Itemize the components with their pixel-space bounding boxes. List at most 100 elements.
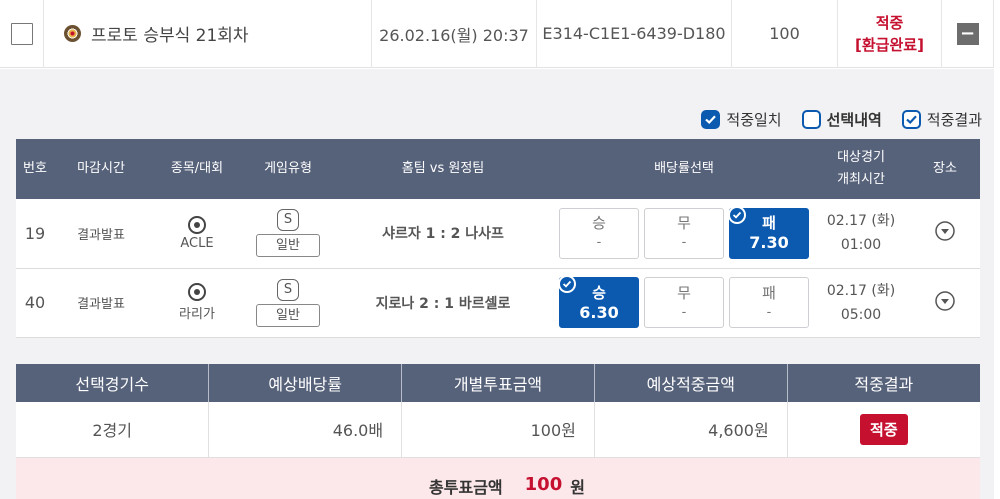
col-teams: 홈팀 vs 원정팀 <box>330 139 556 199</box>
odds-label: 무 <box>677 214 691 233</box>
col-number: 번호 <box>16 139 54 199</box>
bet-checkbox[interactable] <box>10 22 33 45</box>
bet-result-refund: [환급완료] <box>855 35 924 54</box>
total-bar: 총투표금액 100 원 <box>16 458 980 499</box>
summary-table: 선택경기수 예상배당률 개별투표금액 예상적중금액 적중결과 2경기 46.0배… <box>16 364 980 458</box>
collapse-button[interactable]: − <box>956 22 979 45</box>
check-outline-icon <box>901 110 921 129</box>
col-odds: 배당률선택 <box>556 139 812 199</box>
odds-value: - <box>681 304 687 320</box>
game-odds: 승 6.30 무 - 패 - <box>556 268 812 338</box>
s-badge: S <box>277 209 299 232</box>
legend-selection: 선택내역 <box>801 109 882 130</box>
odds-label: 무 <box>677 283 691 302</box>
summary-header-row: 선택경기수 예상배당률 개별투표금액 예상적중금액 적중결과 <box>16 364 980 402</box>
summary-stake: 100원 <box>401 402 595 458</box>
game-number: 40 <box>16 268 54 338</box>
game-league: 라리가 <box>179 307 215 322</box>
bet-datetime: 26.02.16(월) 20:37 <box>372 0 537 68</box>
game-type: S 일반 <box>246 199 330 269</box>
odds-draw-button[interactable]: 무 - <box>644 277 724 328</box>
total-label: 총투표금액 <box>429 477 503 497</box>
game-sport: ACLE <box>148 199 246 269</box>
game-type: S 일반 <box>246 268 330 338</box>
type-badge: 일반 <box>256 303 320 327</box>
minus-icon: − <box>959 22 976 44</box>
s-badge: S <box>277 278 299 301</box>
legend: 적중일치 선택내역 적중결과 <box>701 109 982 130</box>
total-unit: 원 <box>570 477 585 497</box>
game-time: 02.17 (화) 05:00 <box>812 268 910 338</box>
summary-odds: 46.0배 <box>208 402 403 458</box>
bet-amount: 100 <box>732 0 838 68</box>
game-match: 지로나 2 : 1 바르셀로 <box>330 268 556 338</box>
col-game-time-line2: 개최시간 <box>837 172 885 187</box>
bet-name[interactable]: 프로토 승부식 21회차 <box>91 21 249 46</box>
summary-col-result: 적중결과 <box>787 364 980 402</box>
game-time: 02.17 (화) 01:00 <box>812 199 910 269</box>
legend-match: 적중일치 <box>701 109 782 130</box>
summary-row: 2경기 46.0배 100원 4,600원 적중 <box>16 402 980 458</box>
soccer-ball-icon <box>188 283 206 301</box>
summary-col-count: 선택경기수 <box>16 364 210 402</box>
bet-code: E314-C1E1-6439-D180 <box>537 0 732 68</box>
bet-row: 프로토 승부식 21회차 26.02.16(월) 20:37 E314-C1E1… <box>0 0 994 68</box>
games-table: 번호 마감시간 종목/대회 게임유형 홈팀 vs 원정팀 배당률선택 대상경기 … <box>16 139 980 338</box>
legend-match-label: 적중일치 <box>726 111 782 129</box>
check-filled-icon <box>728 205 746 224</box>
col-game-time: 대상경기 개최시간 <box>812 139 910 199</box>
location-pin-icon[interactable] <box>934 290 956 312</box>
col-type: 게임유형 <box>246 139 330 199</box>
game-date: 02.17 (화) <box>826 282 896 299</box>
game-status: 결과발표 <box>54 199 148 269</box>
soccer-ball-icon <box>188 215 206 234</box>
odds-value: - <box>766 304 772 320</box>
odds-value: - <box>681 235 687 251</box>
odds-lose-button[interactable]: 패 7.30 <box>728 205 809 259</box>
odds-label: 패 <box>762 214 776 233</box>
col-game-time-line1: 대상경기 <box>837 150 885 165</box>
odds-win-button[interactable]: 승 6.30 <box>558 275 639 328</box>
odds-value: 6.30 <box>579 302 619 322</box>
bet-select-cell <box>0 0 44 68</box>
odds-lose-button[interactable]: 패 - <box>729 277 809 328</box>
table-row: 19 결과발표 ACLE S 일반 샤르자 1 : 2 나사프 승 - 무 - … <box>16 199 980 269</box>
bet-result-status: 적중 <box>875 13 904 32</box>
check-filled-icon <box>558 275 576 293</box>
odds-draw-button[interactable]: 무 - <box>644 207 724 259</box>
summary-payout: 4,600원 <box>594 402 788 458</box>
table-row: 40 결과발표 라리가 S 일반 지로나 2 : 1 바르셀로 승 6.30 무… <box>16 268 980 338</box>
target-icon <box>64 25 81 42</box>
col-sport: 종목/대회 <box>148 139 246 199</box>
hit-badge: 적중 <box>860 413 908 445</box>
box-outline-icon <box>801 110 821 129</box>
odds-label: 승 <box>592 283 606 302</box>
game-date: 02.17 (화) <box>826 213 896 230</box>
odds-value: - <box>596 235 602 251</box>
location-pin-icon[interactable] <box>934 220 956 242</box>
bet-result: 적중 [환급완료] <box>838 0 942 68</box>
odds-label: 승 <box>592 214 606 233</box>
game-hour: 05:00 <box>840 306 882 323</box>
collapse-cell: − <box>942 0 994 68</box>
game-league: ACLE <box>180 235 214 251</box>
game-hour: 01:00 <box>840 237 882 254</box>
legend-result: 적중결과 <box>901 109 982 130</box>
summary-col-stake: 개별투표금액 <box>401 364 595 402</box>
bet-name-cell: 프로토 승부식 21회차 <box>44 0 372 68</box>
summary-col-payout: 예상적중금액 <box>594 364 788 402</box>
game-match: 샤르자 1 : 2 나사프 <box>330 199 556 269</box>
type-badge: 일반 <box>256 234 320 258</box>
summary-count: 2경기 <box>16 402 210 458</box>
summary-result: 적중 <box>787 402 980 458</box>
odds-win-button[interactable]: 승 - <box>559 207 639 259</box>
game-status: 결과발표 <box>54 268 148 338</box>
legend-result-label: 적중결과 <box>926 111 982 129</box>
total-value: 100 <box>524 474 563 495</box>
col-deadline: 마감시간 <box>54 139 148 199</box>
games-header-row: 번호 마감시간 종목/대회 게임유형 홈팀 vs 원정팀 배당률선택 대상경기 … <box>16 139 980 199</box>
check-filled-icon <box>701 110 721 129</box>
game-odds: 승 - 무 - 패 7.30 <box>556 199 812 269</box>
game-number: 19 <box>16 199 54 269</box>
game-venue <box>910 199 980 269</box>
